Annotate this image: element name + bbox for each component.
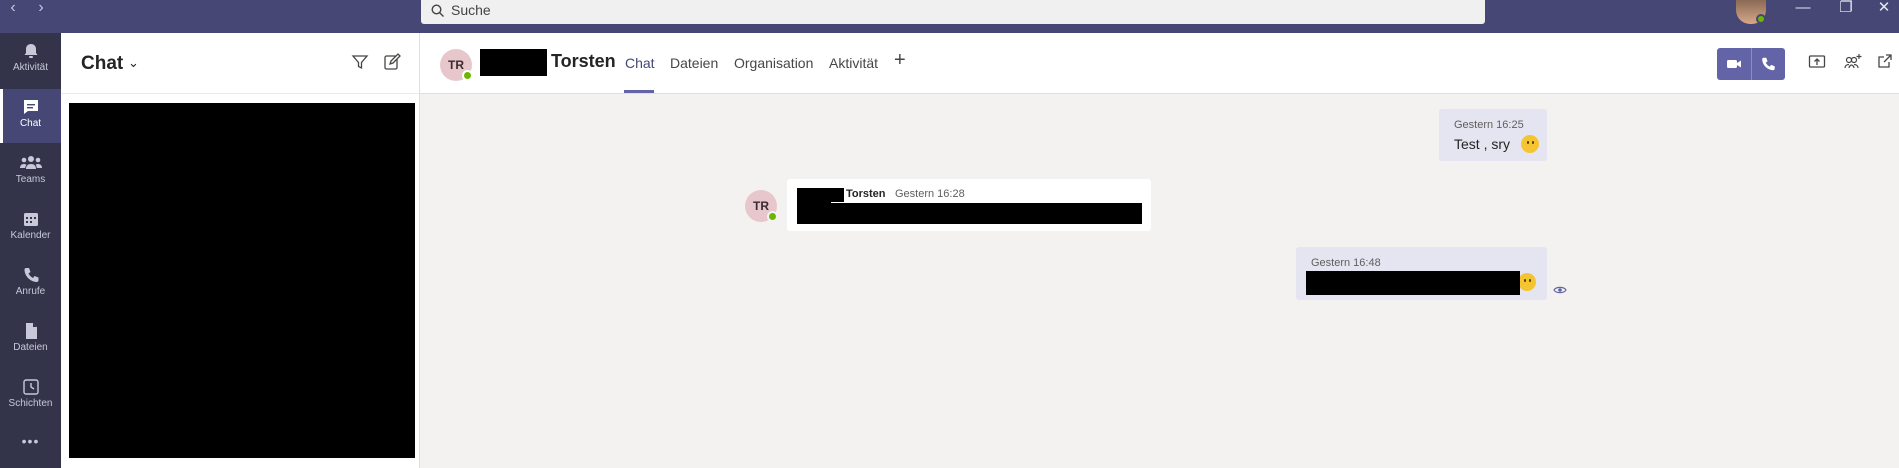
chat-icon xyxy=(23,100,38,114)
clock-icon xyxy=(22,379,39,395)
teams-icon xyxy=(19,156,42,169)
rail-item-chat[interactable]: Chat xyxy=(0,89,61,143)
share-screen-icon[interactable] xyxy=(1808,53,1826,71)
search-placeholder: Suche xyxy=(451,2,491,18)
chevron-down-icon[interactable]: ⌄ xyxy=(128,55,139,71)
message-text: Test , sry xyxy=(1454,136,1511,152)
redacted-message-text xyxy=(1306,271,1520,295)
filter-icon[interactable] xyxy=(351,53,369,71)
tab-organisation[interactable]: Organisation xyxy=(734,55,813,71)
rail-item-teams[interactable]: Teams xyxy=(0,145,61,199)
file-icon xyxy=(25,323,37,339)
rail-item-aktivitaet[interactable]: Aktivität xyxy=(0,33,61,87)
message-timestamp: Gestern 16:25 xyxy=(1454,119,1524,131)
search-icon xyxy=(431,4,444,17)
phone-icon xyxy=(1762,57,1775,71)
search-input[interactable]: Suche xyxy=(421,0,1485,24)
contact-name: Torsten xyxy=(551,51,616,71)
rail-label: Teams xyxy=(15,174,46,185)
rail-label: Schichten xyxy=(8,398,53,409)
message-bubble-received[interactable]: Torsten Gestern 16:28 xyxy=(787,179,1151,231)
close-icon[interactable]: ✕ xyxy=(1869,0,1899,20)
restore-icon[interactable]: ❐ xyxy=(1831,0,1861,20)
rail-label: Chat xyxy=(19,118,42,129)
new-chat-icon[interactable] xyxy=(383,53,401,71)
tab-aktivitaet[interactable]: Aktivität xyxy=(829,55,878,71)
minimize-icon[interactable]: — xyxy=(1788,0,1818,20)
rail-item-anrufe[interactable]: Anrufe xyxy=(0,257,61,311)
video-call-button[interactable] xyxy=(1717,48,1751,80)
bell-icon xyxy=(24,44,37,58)
message-timestamp: Gestern 16:28 xyxy=(895,188,965,200)
redacted-message-text xyxy=(797,203,1142,224)
conversation-header: TR Torsten Chat Dateien Organisation Akt… xyxy=(420,33,1899,94)
redacted-chat-list xyxy=(69,103,415,458)
smile-emoji-icon xyxy=(1521,135,1539,153)
add-tab-icon[interactable]: + xyxy=(894,49,906,72)
rail-label: Dateien xyxy=(13,342,48,353)
app-rail: Aktivität Chat Teams Kalender Anrufe Dat… xyxy=(0,33,61,468)
divider xyxy=(61,93,419,94)
more-apps-icon[interactable]: ••• xyxy=(0,433,61,463)
sender-name: Torsten xyxy=(846,188,886,200)
redacted-name xyxy=(480,49,547,76)
message-timestamp: Gestern 16:48 xyxy=(1311,257,1381,269)
phone-icon xyxy=(24,268,38,282)
tab-dateien[interactable]: Dateien xyxy=(670,55,718,71)
chat-list-title[interactable]: Chat xyxy=(81,53,123,75)
rail-item-dateien[interactable]: Dateien xyxy=(0,313,61,367)
pop-out-icon[interactable] xyxy=(1877,53,1893,69)
rail-label: Aktivität xyxy=(12,62,48,73)
calendar-icon xyxy=(23,213,38,226)
back-arrow-icon[interactable]: ‹ xyxy=(6,0,20,18)
title-bar: ‹ › Suche — ❐ ✕ xyxy=(0,0,1899,33)
video-camera-icon xyxy=(1727,60,1741,68)
rail-label: Anrufe xyxy=(15,286,46,297)
tab-chat[interactable]: Chat xyxy=(625,55,655,71)
chat-list-pane: Chat ⌄ xyxy=(61,33,420,468)
redacted-sender-name xyxy=(797,188,844,202)
rail-label: Kalender xyxy=(10,230,51,241)
presence-available-icon xyxy=(767,211,778,222)
add-people-icon[interactable] xyxy=(1843,53,1863,71)
rail-item-schichten[interactable]: Schichten xyxy=(0,369,61,423)
presence-available-icon xyxy=(462,70,473,81)
read-receipt-eye-icon xyxy=(1553,286,1567,294)
active-tab-indicator xyxy=(624,90,654,93)
audio-call-button[interactable] xyxy=(1751,48,1785,80)
message-bubble-sent[interactable]: Gestern 16:48 xyxy=(1296,247,1547,300)
rail-item-kalender[interactable]: Kalender xyxy=(0,201,61,255)
forward-arrow-icon[interactable]: › xyxy=(34,0,48,18)
smile-emoji-icon xyxy=(1518,273,1536,291)
message-bubble-sent[interactable]: Gestern 16:25 Test , sry xyxy=(1439,109,1547,161)
call-buttons xyxy=(1717,48,1785,80)
presence-available-icon xyxy=(1756,14,1766,24)
